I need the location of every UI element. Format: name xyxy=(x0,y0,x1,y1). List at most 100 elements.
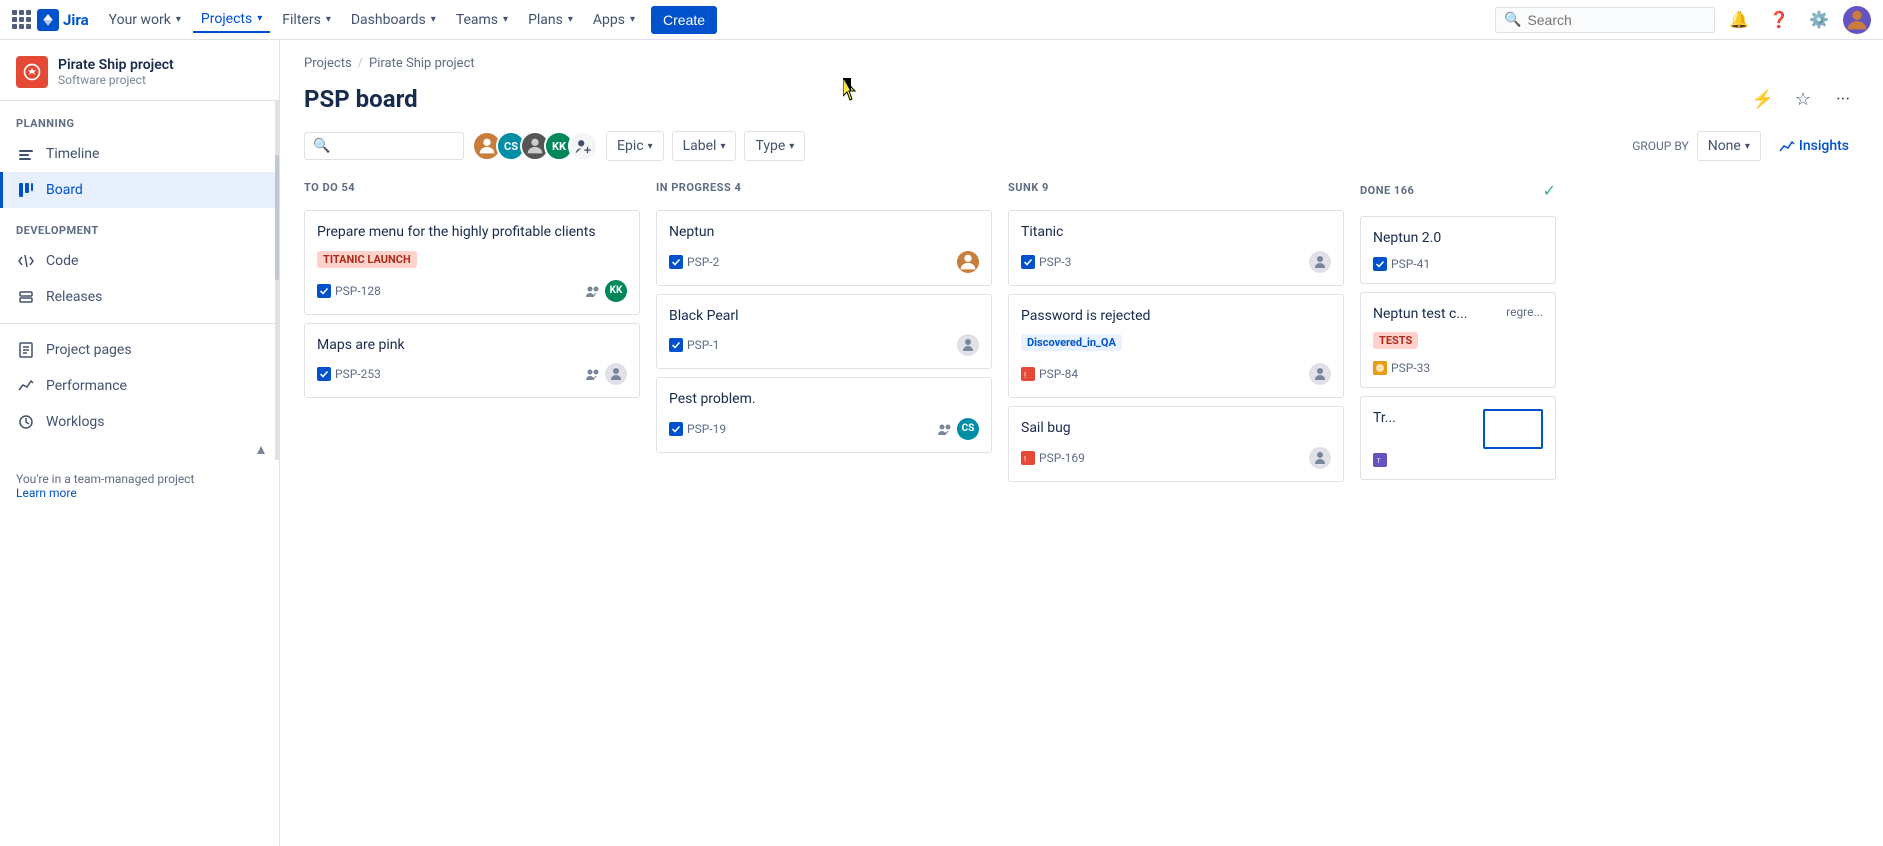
sidebar-item-timeline[interactable]: Timeline xyxy=(0,136,275,172)
nav-filters[interactable]: Filters ▾ xyxy=(274,8,339,32)
app-grid-icon[interactable] xyxy=(12,10,31,29)
chevron-down-icon: ▾ xyxy=(503,14,508,25)
group-by-label: GROUP BY xyxy=(1632,139,1689,153)
worklogs-icon xyxy=(16,412,36,432)
sidebar: Pirate Ship project Software project PLA… xyxy=(0,40,280,846)
notifications-button[interactable]: 🔔 xyxy=(1723,4,1755,36)
jira-logo[interactable]: Jira xyxy=(37,9,89,31)
type-filter-label: Type xyxy=(755,138,785,154)
bug-icon: ! xyxy=(1021,451,1035,465)
nav-apps-label: Apps xyxy=(593,12,625,28)
board-search-input[interactable] xyxy=(334,138,455,154)
column-done-title: DONE 166 xyxy=(1360,184,1414,197)
column-inprogress: IN PROGRESS 4 Neptun PSP-2 xyxy=(656,173,996,846)
issue-key: PSP-169 xyxy=(1039,451,1085,465)
card-footer: PSP-128 KK xyxy=(317,280,627,302)
card-psp253[interactable]: Maps are pink PSP-253 xyxy=(304,323,640,399)
card-footer: PSP-33 xyxy=(1373,361,1543,375)
global-search[interactable]: 🔍 xyxy=(1495,7,1715,33)
lightning-button[interactable]: ⚡ xyxy=(1747,83,1779,115)
sidebar-item-project-pages-label: Project pages xyxy=(46,342,132,358)
card-psp84[interactable]: Password is rejected Discovered_in_QA ! … xyxy=(1008,294,1344,399)
column-done-header: DONE 166 ✓ xyxy=(1360,173,1560,208)
column-todo: TO DO 54 Prepare menu for the highly pro… xyxy=(304,173,644,846)
breadcrumb: Projects / Pirate Ship project xyxy=(304,56,1859,71)
settings-button[interactable]: ⚙️ xyxy=(1803,4,1835,36)
breadcrumb-projects[interactable]: Projects xyxy=(304,56,352,71)
nav-dashboards[interactable]: Dashboards ▾ xyxy=(343,8,444,32)
column-sunk-header: SUNK 9 xyxy=(1008,173,1348,202)
card-psp169[interactable]: Sail bug ! PSP-169 xyxy=(1008,406,1344,482)
column-done: DONE 166 ✓ Neptun 2.0 xyxy=(1360,173,1560,846)
sidebar-item-releases[interactable]: Releases xyxy=(0,279,275,315)
card-id-row: PSP-41 xyxy=(1373,257,1430,271)
epic-filter[interactable]: Epic ▾ xyxy=(606,131,664,161)
nav-projects[interactable]: Projects ▾ xyxy=(193,7,270,33)
sidebar-item-code[interactable]: Code xyxy=(0,243,275,279)
chevron-down-icon: ▾ xyxy=(257,13,262,24)
jira-logo-icon xyxy=(37,9,59,31)
card-id-row: PSP-3 xyxy=(1021,255,1071,269)
card-psp3[interactable]: Titanic PSP-3 xyxy=(1008,210,1344,286)
card-footer: T xyxy=(1373,453,1543,467)
more-options-button[interactable]: ··· xyxy=(1827,83,1859,115)
card-psp1[interactable]: Black Pearl PSP-1 xyxy=(656,294,992,370)
sidebar-item-releases-label: Releases xyxy=(46,289,102,305)
label-filter[interactable]: Label ▾ xyxy=(672,131,737,161)
project-info: Pirate Ship project Software project xyxy=(58,57,174,87)
card-psp2[interactable]: Neptun PSP-2 xyxy=(656,210,992,286)
card-psp128[interactable]: Prepare menu for the highly profitable c… xyxy=(304,210,640,315)
card-id-row: PSP-253 xyxy=(317,367,381,381)
sidebar-item-board[interactable]: Board xyxy=(0,172,275,208)
insights-button[interactable]: Insights xyxy=(1769,132,1859,160)
help-button[interactable]: ❓ xyxy=(1763,4,1795,36)
svg-text:!: ! xyxy=(1024,371,1026,379)
card-footer: PSP-2 xyxy=(669,251,979,273)
breadcrumb-project[interactable]: Pirate Ship project xyxy=(369,56,475,71)
card-footer: PSP-1 xyxy=(669,334,979,356)
card-psp33[interactable]: Neptun test c... regre... TESTS PSP-33 xyxy=(1360,292,1556,389)
nav-plans[interactable]: Plans ▾ xyxy=(520,8,581,32)
bug-icon: ! xyxy=(1021,367,1035,381)
learn-more-link[interactable]: Learn more xyxy=(16,486,77,500)
card-footer: ! PSP-84 xyxy=(1021,363,1331,385)
card-id-row: ! PSP-169 xyxy=(1021,451,1085,465)
column-todo-cards: Prepare menu for the highly profitable c… xyxy=(304,210,644,846)
card-title: Prepare menu for the highly profitable c… xyxy=(317,223,627,243)
story-icon xyxy=(1373,257,1387,271)
card-partial-text: regre... xyxy=(1506,305,1543,319)
nav-teams[interactable]: Teams ▾ xyxy=(448,8,516,32)
user-avatar[interactable] xyxy=(1843,6,1871,34)
project-icon xyxy=(16,56,48,88)
avatar-filter-group: CS KK xyxy=(472,131,598,161)
column-sunk-title: SUNK 9 xyxy=(1008,181,1049,194)
star-button[interactable]: ☆ xyxy=(1787,83,1819,115)
group-by-value[interactable]: None ▾ xyxy=(1697,131,1761,161)
card-id-row: PSP-1 xyxy=(669,338,719,352)
card-title: Sail bug xyxy=(1021,419,1331,439)
sidebar-item-performance[interactable]: Performance xyxy=(0,368,275,404)
sidebar-item-project-pages[interactable]: Project pages xyxy=(0,332,275,368)
releases-icon xyxy=(16,287,36,307)
chevron-down-icon: ▾ xyxy=(176,14,181,25)
card-partial[interactable]: Tr... T xyxy=(1360,396,1556,480)
nav-projects-label: Projects xyxy=(201,11,252,27)
card-psp41[interactable]: Neptun 2.0 PSP-41 xyxy=(1360,216,1556,284)
card-avatar: KK xyxy=(605,280,627,302)
card-psp19[interactable]: Pest problem. PSP-19 xyxy=(656,377,992,453)
team-managed-text: You're in a team-managed project xyxy=(16,472,194,486)
chevron-down-icon: ▾ xyxy=(630,14,635,25)
group-by-value-label: None xyxy=(1708,138,1741,154)
create-button[interactable]: Create xyxy=(651,6,717,34)
search-input[interactable] xyxy=(1527,12,1706,28)
nav-your-work[interactable]: Your work ▾ xyxy=(101,8,189,32)
board-search[interactable]: 🔍 xyxy=(304,132,464,160)
page-actions: ⚡ ☆ ··· xyxy=(1747,83,1859,115)
sidebar-item-worklogs[interactable]: Worklogs xyxy=(0,404,275,440)
card-id-row: PSP-128 xyxy=(317,284,381,298)
column-sunk-cards: Titanic PSP-3 xyxy=(1008,210,1348,846)
type-filter[interactable]: Type ▾ xyxy=(744,131,805,161)
add-member-button[interactable] xyxy=(568,131,598,161)
page-header: Projects / Pirate Ship project PSP board… xyxy=(280,40,1883,115)
nav-apps[interactable]: Apps ▾ xyxy=(585,8,643,32)
